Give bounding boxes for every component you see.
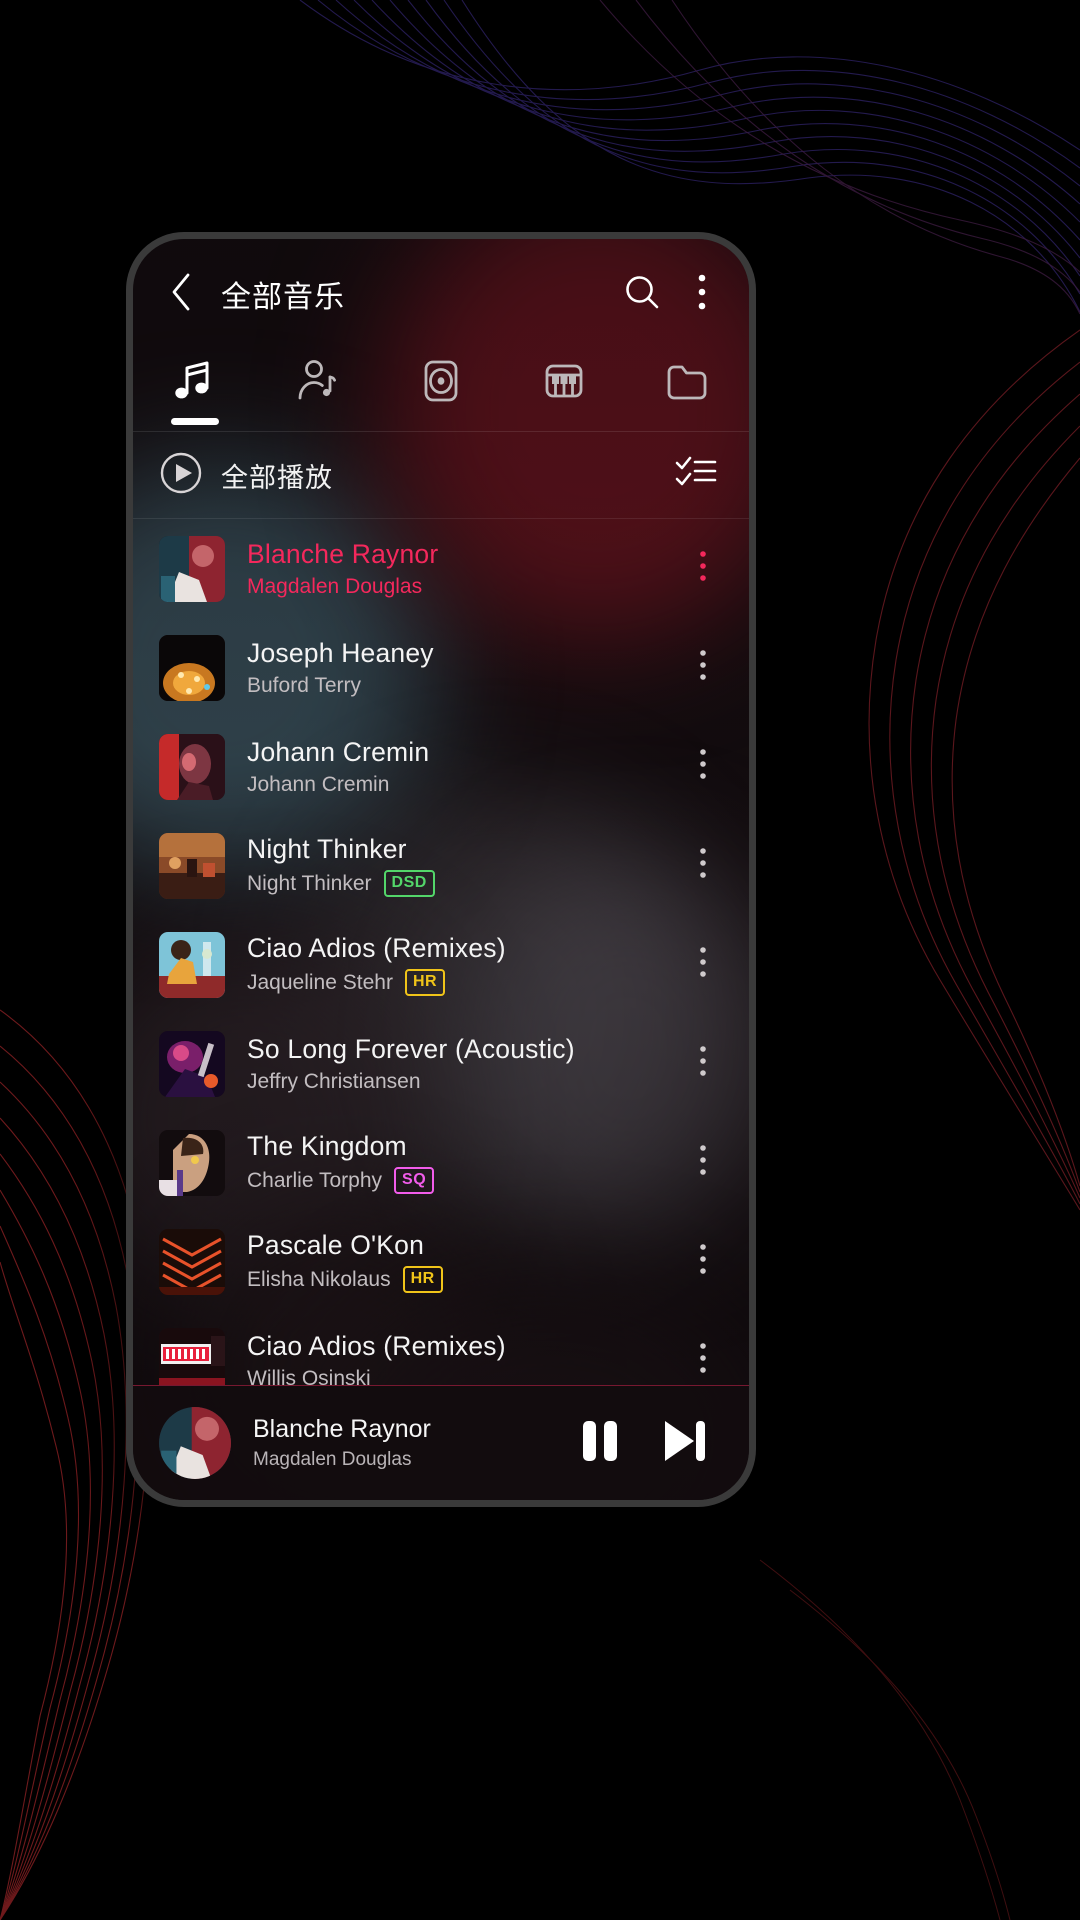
play-all-button[interactable]: 全部播放 — [159, 451, 673, 500]
skip-next-icon — [660, 1418, 708, 1469]
now-playing-artwork[interactable] — [159, 1407, 231, 1479]
song-artist: Charlie Torphy — [247, 1168, 383, 1192]
song-title: The Kingdom — [247, 1131, 407, 1161]
album-art-thumbnail — [159, 1030, 225, 1097]
quality-badge: HR — [402, 1266, 443, 1293]
now-playing-artist: Magdalen Douglas — [253, 1449, 412, 1470]
page-title: 全部音乐 — [221, 281, 345, 314]
tab-folders[interactable] — [626, 349, 749, 431]
song-row[interactable]: Blanche Raynor Magdalen Douglas — [133, 519, 749, 618]
song-overflow-button[interactable] — [681, 1331, 725, 1386]
song-row[interactable]: Ciao Adios (Remixes) Willis Osinski — [133, 1311, 749, 1385]
back-button[interactable] — [159, 272, 203, 316]
music-note-icon — [169, 355, 221, 407]
tab-artists[interactable] — [256, 349, 379, 431]
chevron-left-icon — [168, 271, 194, 318]
album-art-thumbnail — [159, 832, 225, 899]
song-overflow-button[interactable] — [681, 737, 725, 797]
play-all-label: 全部播放 — [221, 462, 333, 493]
song-row[interactable]: Pascale O'Kon Elisha Nikolaus HR — [133, 1212, 749, 1311]
folder-icon — [661, 355, 713, 407]
play-all-row: 全部播放 — [133, 432, 749, 518]
album-art-thumbnail — [159, 1228, 225, 1295]
checklist-icon — [675, 455, 717, 496]
song-row[interactable]: The Kingdom Charlie Torphy SQ — [133, 1113, 749, 1212]
tab-songs[interactable] — [133, 349, 256, 431]
library-tab-bar — [133, 349, 749, 431]
more-vertical-icon — [699, 1243, 707, 1280]
song-artist: Buford Terry — [247, 673, 361, 697]
search-icon — [622, 272, 662, 317]
quality-badge: HR — [404, 969, 446, 996]
more-vertical-icon — [699, 748, 707, 785]
song-artist: Night Thinker — [247, 871, 372, 895]
song-title: Ciao Adios (Remixes) — [247, 933, 506, 963]
more-vertical-icon — [699, 946, 707, 983]
album-art-thumbnail — [159, 634, 225, 701]
more-vertical-icon — [699, 1342, 707, 1379]
song-artist: Johann Cremin — [247, 772, 390, 796]
song-title: So Long Forever (Acoustic) — [247, 1033, 575, 1064]
quality-badge: SQ — [394, 1167, 435, 1194]
song-title: Johann Cremin — [247, 736, 430, 767]
mini-player-bar[interactable]: Blanche Raynor Magdalen Douglas — [133, 1385, 749, 1500]
song-overflow-button[interactable] — [681, 836, 725, 896]
album-disc-icon — [415, 355, 467, 407]
album-art-thumbnail — [159, 535, 225, 602]
song-artist: Jeffry Christiansen — [247, 1069, 421, 1093]
play-circle-icon — [159, 451, 203, 500]
album-art-thumbnail — [159, 1327, 225, 1385]
song-title: Joseph Heaney — [247, 637, 434, 668]
song-artist: Willis Osinski — [247, 1366, 371, 1386]
song-overflow-button[interactable] — [681, 935, 725, 995]
song-row[interactable]: Joseph Heaney Buford Terry — [133, 618, 749, 717]
artist-icon — [292, 355, 344, 407]
more-vertical-icon — [699, 550, 707, 587]
album-art-thumbnail — [159, 733, 225, 800]
song-overflow-button[interactable] — [681, 1232, 725, 1292]
song-overflow-button[interactable] — [681, 638, 725, 698]
more-vertical-icon — [699, 1045, 707, 1082]
song-list[interactable]: Blanche Raynor Magdalen Douglas Joseph H… — [133, 519, 749, 1385]
song-row[interactable]: Johann Cremin Johann Cremin — [133, 717, 749, 816]
pause-button[interactable] — [569, 1412, 631, 1474]
more-vertical-icon — [699, 649, 707, 686]
tab-genres[interactable] — [503, 349, 626, 431]
album-art-thumbnail — [159, 931, 225, 998]
album-art-thumbnail — [159, 1129, 225, 1196]
song-artist: Elisha Nikolaus — [247, 1267, 391, 1291]
tab-albums[interactable] — [379, 349, 502, 431]
song-row[interactable]: Ciao Adios (Remixes) Jaqueline Stehr HR — [133, 915, 749, 1014]
song-title: Blanche Raynor — [247, 538, 439, 569]
song-row[interactable]: So Long Forever (Acoustic) Jeffry Christ… — [133, 1014, 749, 1113]
song-row[interactable]: Night Thinker Night Thinker DSD — [133, 816, 749, 915]
overflow-menu-button[interactable] — [685, 269, 719, 319]
active-tab-indicator — [170, 418, 219, 425]
more-vertical-icon — [699, 847, 707, 884]
piano-keys-icon — [538, 355, 590, 407]
song-artist: Jaqueline Stehr — [247, 970, 393, 994]
now-playing-title: Blanche Raynor — [253, 1415, 431, 1443]
more-vertical-icon — [699, 1144, 707, 1181]
phone-frame: 全部音乐 全部播放 Blanche Raynor Magdalen Dougla… — [126, 232, 756, 1507]
song-overflow-button[interactable] — [681, 1133, 725, 1193]
song-title: Pascale O'Kon — [247, 1230, 425, 1260]
song-title: Ciao Adios (Remixes) — [247, 1330, 506, 1361]
phone-screen: 全部音乐 全部播放 Blanche Raynor Magdalen Dougla… — [133, 239, 749, 1500]
next-track-button[interactable] — [653, 1412, 715, 1474]
app-header: 全部音乐 — [133, 239, 749, 349]
song-overflow-button[interactable] — [681, 539, 725, 599]
song-artist: Magdalen Douglas — [247, 574, 423, 598]
search-button[interactable] — [617, 269, 667, 319]
quality-badge: DSD — [383, 870, 435, 897]
song-title: Night Thinker — [247, 834, 407, 864]
multiselect-button[interactable] — [673, 452, 719, 498]
more-vertical-icon — [697, 273, 707, 316]
song-overflow-button[interactable] — [681, 1034, 725, 1094]
pause-icon — [578, 1418, 622, 1469]
